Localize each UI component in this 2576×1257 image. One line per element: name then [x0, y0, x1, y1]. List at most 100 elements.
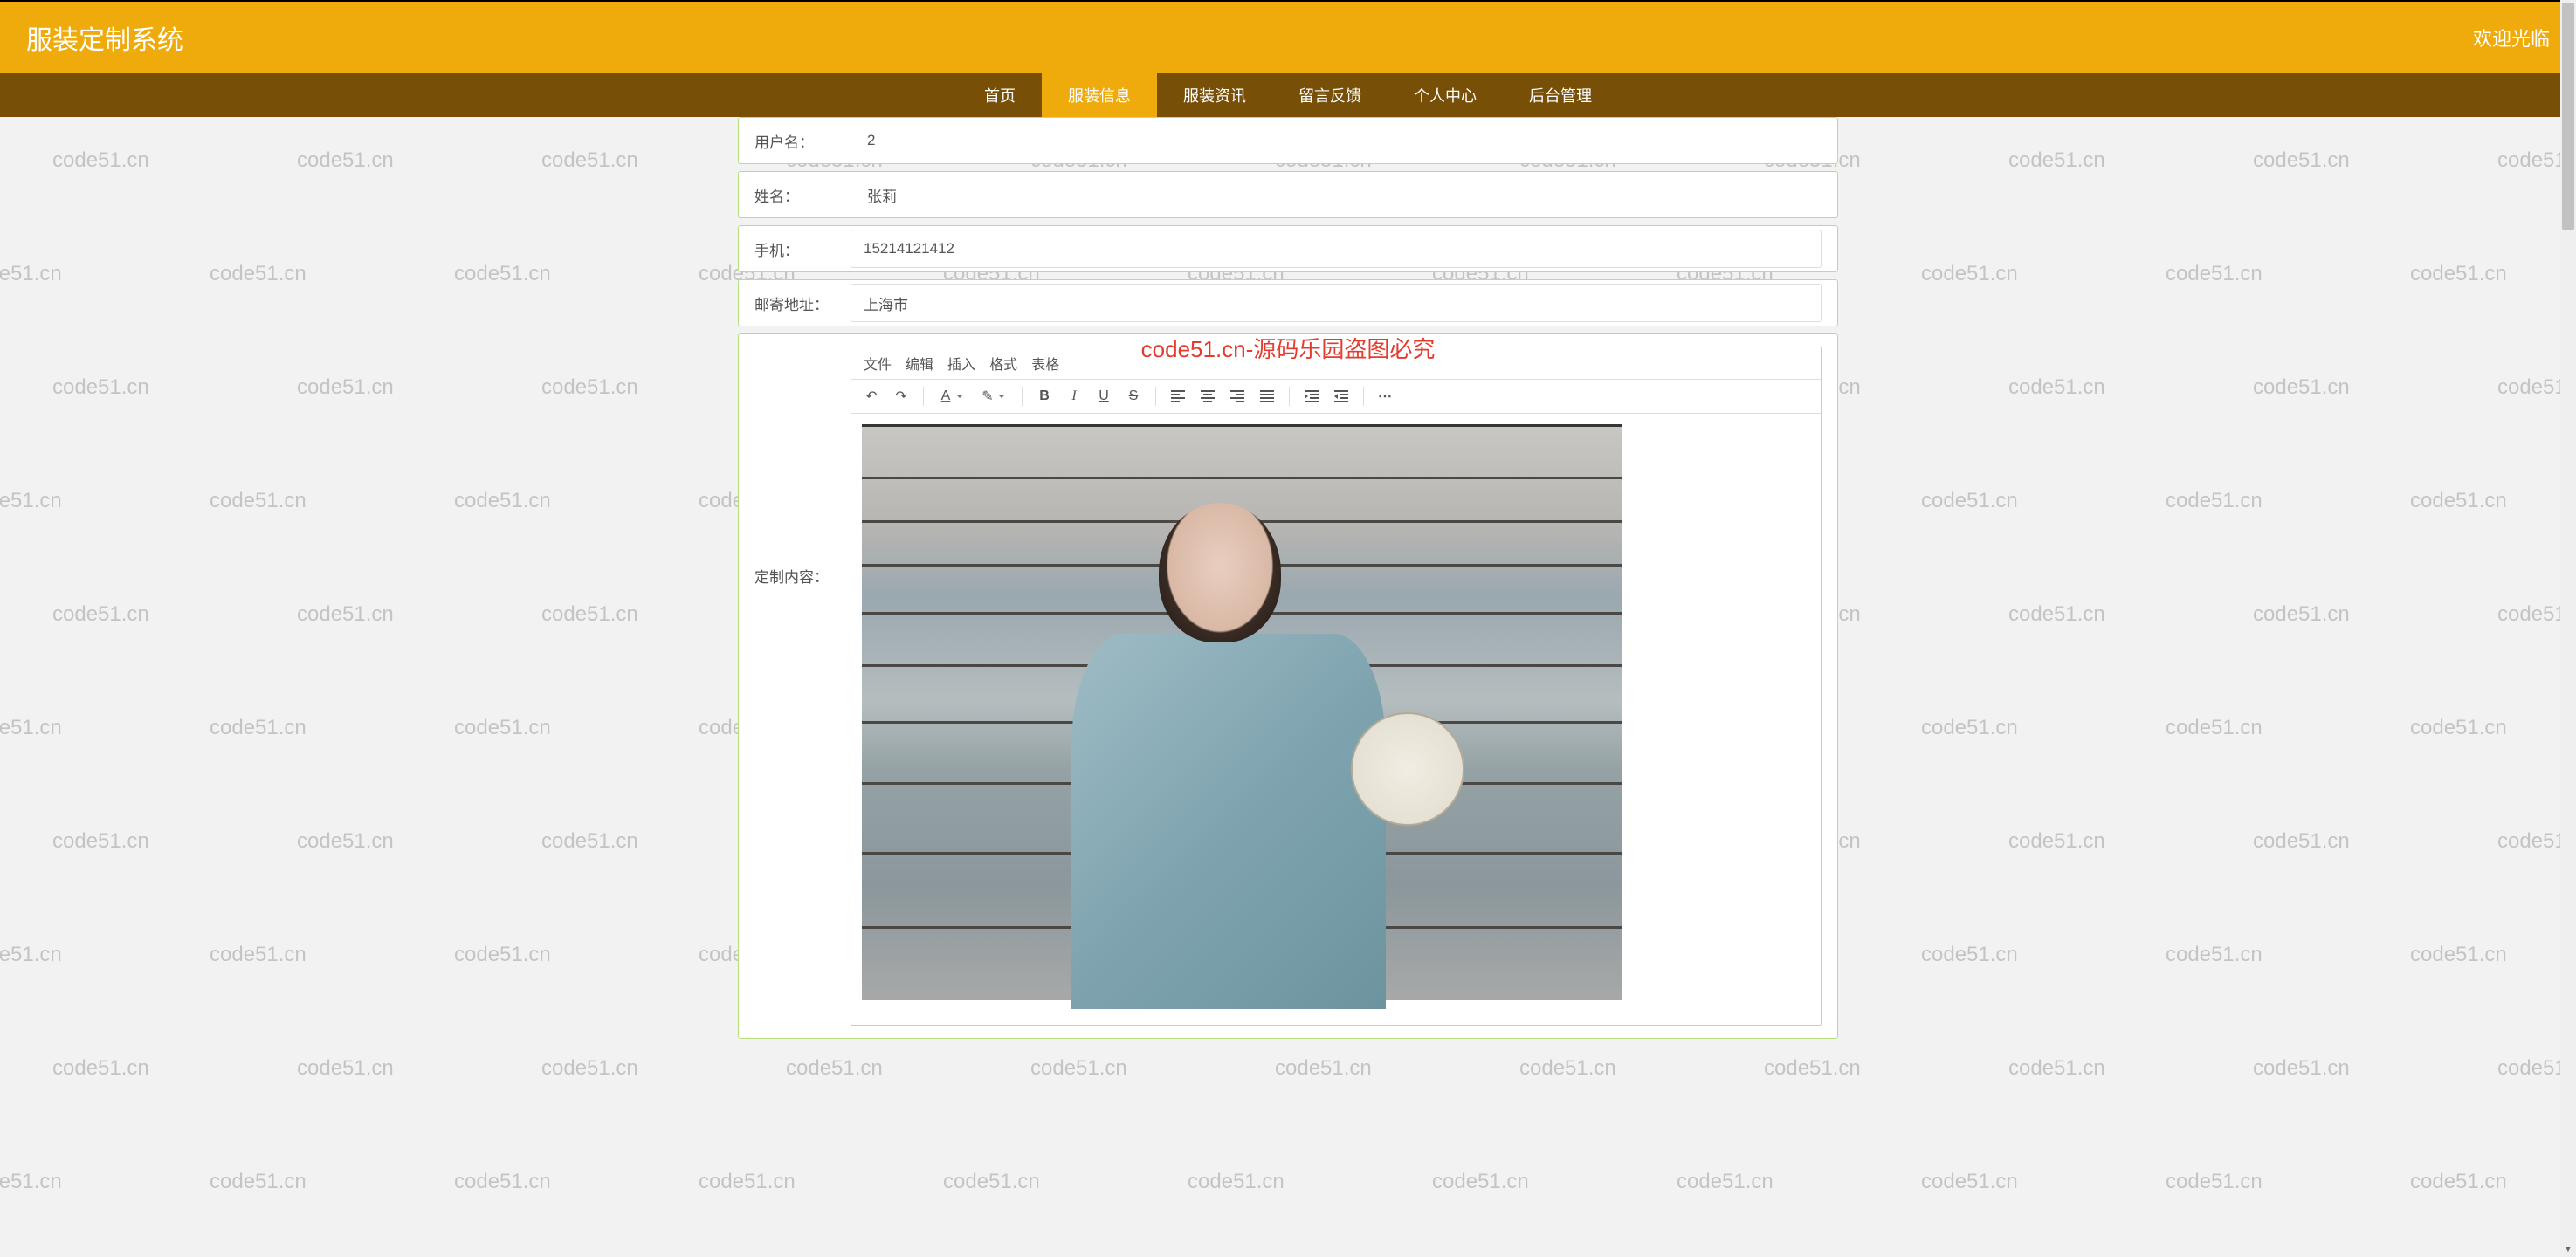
- watermark-text: code51.cn: [52, 829, 149, 854]
- header-bar: 服装定制系统 欢迎光临: [0, 0, 2576, 73]
- watermark-text: code51.cn: [699, 1170, 796, 1194]
- watermark-text: code51.cn: [454, 489, 551, 513]
- watermark-text: code51.cn: [2008, 829, 2105, 854]
- watermark-text: code51.cn: [2410, 716, 2507, 740]
- page-scrollbar[interactable]: ▲ ▼: [2560, 0, 2576, 1257]
- input-address[interactable]: [851, 284, 1822, 322]
- watermark-text: code51.cn: [210, 262, 307, 286]
- scroll-down-icon[interactable]: ▼: [2560, 1241, 2576, 1257]
- nav-home[interactable]: 首页: [958, 73, 1042, 117]
- underline-icon[interactable]: U: [1092, 385, 1115, 408]
- strike-icon[interactable]: S: [1122, 385, 1145, 408]
- watermark-text: code51.cn: [0, 943, 62, 967]
- label-username: 用户名：: [754, 130, 851, 152]
- watermark-text: code51.cn: [2008, 1056, 2105, 1081]
- watermark-text: code51.cn: [297, 1056, 394, 1081]
- rich-text-editor: 文件 编辑 插入 格式 表格 ↶ ↷ A ✎ B I U S: [851, 347, 1822, 1026]
- undo-icon[interactable]: ↶: [860, 385, 883, 408]
- watermark-text: code51.cn: [2008, 148, 2105, 173]
- nav-label: 个人中心: [1414, 84, 1477, 106]
- toolbar-sep: [1363, 387, 1364, 406]
- row-phone: 手机：: [738, 225, 1838, 272]
- nav-label: 留言反馈: [1298, 84, 1361, 106]
- highlight-icon[interactable]: ✎: [976, 385, 999, 408]
- watermark-text: code51.cn: [454, 262, 551, 286]
- editor-body[interactable]: [851, 414, 1821, 1025]
- indent-icon[interactable]: [1330, 385, 1353, 408]
- watermark-text: code51.cn: [210, 1170, 307, 1194]
- outdent-icon[interactable]: [1300, 385, 1323, 408]
- toolbar-sep: [1155, 387, 1156, 406]
- italic-icon[interactable]: I: [1063, 385, 1085, 408]
- watermark-text: code51.cn: [2166, 262, 2263, 286]
- watermark-text: code51.cn: [297, 829, 394, 854]
- row-name: 姓名： 张莉: [738, 171, 1838, 218]
- nav-profile[interactable]: 个人中心: [1388, 73, 1503, 117]
- watermark-text: code51.cn: [1519, 1056, 1616, 1081]
- watermark-text: code51.cn: [541, 602, 638, 627]
- watermark-text: code51.cn: [541, 375, 638, 400]
- align-justify-icon[interactable]: [1256, 385, 1278, 408]
- image-figure-body: [1071, 634, 1386, 1009]
- watermark-text: code51.cn: [2253, 375, 2350, 400]
- label-content: 定制内容：: [754, 347, 851, 587]
- welcome-text: 欢迎光临: [2473, 24, 2550, 52]
- watermark-text: code51.cn: [1677, 1170, 1774, 1194]
- watermark-text: code51.cn: [1030, 1056, 1127, 1081]
- watermark-text: code51.cn: [52, 602, 149, 627]
- watermark-text: code51.cn: [2166, 1170, 2263, 1194]
- input-phone[interactable]: [851, 230, 1822, 268]
- watermark-text: code51.cn: [454, 1170, 551, 1194]
- align-left-icon[interactable]: [1167, 385, 1189, 408]
- toolbar-sep: [923, 387, 924, 406]
- nav-feedback[interactable]: 留言反馈: [1272, 73, 1388, 117]
- watermark-text: code51.cn: [0, 716, 62, 740]
- text-color-icon[interactable]: A: [934, 385, 957, 408]
- menu-edit[interactable]: 编辑: [906, 353, 933, 374]
- watermark-text: code51.cn: [210, 943, 307, 967]
- watermark-text: code51.cn: [2253, 1056, 2350, 1081]
- menu-format[interactable]: 格式: [989, 353, 1017, 374]
- watermark-text: code51.cn: [1921, 262, 2018, 286]
- bold-icon[interactable]: B: [1033, 385, 1056, 408]
- nav-label: 服装信息: [1068, 84, 1131, 106]
- watermark-text: code51.cn: [2410, 489, 2507, 513]
- watermark-text: code51.cn: [1921, 716, 2018, 740]
- align-right-icon[interactable]: [1226, 385, 1249, 408]
- watermark-text: code51.cn: [52, 1056, 149, 1081]
- nav-clothing-info[interactable]: 服装信息: [1042, 73, 1157, 117]
- nav-bar: 首页 服装信息 服装资讯 留言反馈 个人中心 后台管理: [0, 73, 2576, 117]
- watermark-text: code51.cn: [52, 148, 149, 173]
- watermark-text: code51.cn: [2253, 829, 2350, 854]
- redo-icon[interactable]: ↷: [890, 385, 913, 408]
- toolbar-sep: [1022, 387, 1023, 406]
- menu-table[interactable]: 表格: [1031, 353, 1059, 374]
- watermark-text: code51.cn: [2166, 943, 2263, 967]
- menu-file[interactable]: 文件: [864, 353, 892, 374]
- watermark-text: code51.cn: [2166, 489, 2263, 513]
- value-name[interactable]: 张莉: [851, 184, 1822, 206]
- nav-admin[interactable]: 后台管理: [1503, 73, 1618, 117]
- more-icon[interactable]: ⋯: [1374, 385, 1397, 408]
- content-image: [862, 424, 1622, 1000]
- image-fan: [1351, 712, 1464, 826]
- editor-toolbar: ↶ ↷ A ✎ B I U S: [851, 380, 1821, 414]
- watermark-text: code51.cn: [454, 943, 551, 967]
- nav-clothing-news[interactable]: 服装资讯: [1157, 73, 1272, 117]
- watermark-text: code51.cn: [541, 1056, 638, 1081]
- menu-insert[interactable]: 插入: [947, 353, 975, 374]
- watermark-text: code51.cn: [2166, 716, 2263, 740]
- watermark-text: code51.cn: [1188, 1170, 1285, 1194]
- label-name: 姓名：: [754, 184, 851, 206]
- watermark-text: code51.cn: [2008, 602, 2105, 627]
- app-title: 服装定制系统: [26, 18, 183, 57]
- watermark-text: code51.cn: [786, 1056, 883, 1081]
- align-center-icon[interactable]: [1196, 385, 1219, 408]
- watermark-text: code51.cn: [2410, 943, 2507, 967]
- watermark-text: code51.cn: [0, 262, 62, 286]
- nav-label: 后台管理: [1529, 84, 1592, 106]
- watermark-text: code51.cn: [297, 375, 394, 400]
- watermark-text: code51.cn: [1275, 1056, 1372, 1081]
- value-username[interactable]: 2: [851, 132, 1822, 149]
- scroll-thumb[interactable]: [2562, 3, 2574, 230]
